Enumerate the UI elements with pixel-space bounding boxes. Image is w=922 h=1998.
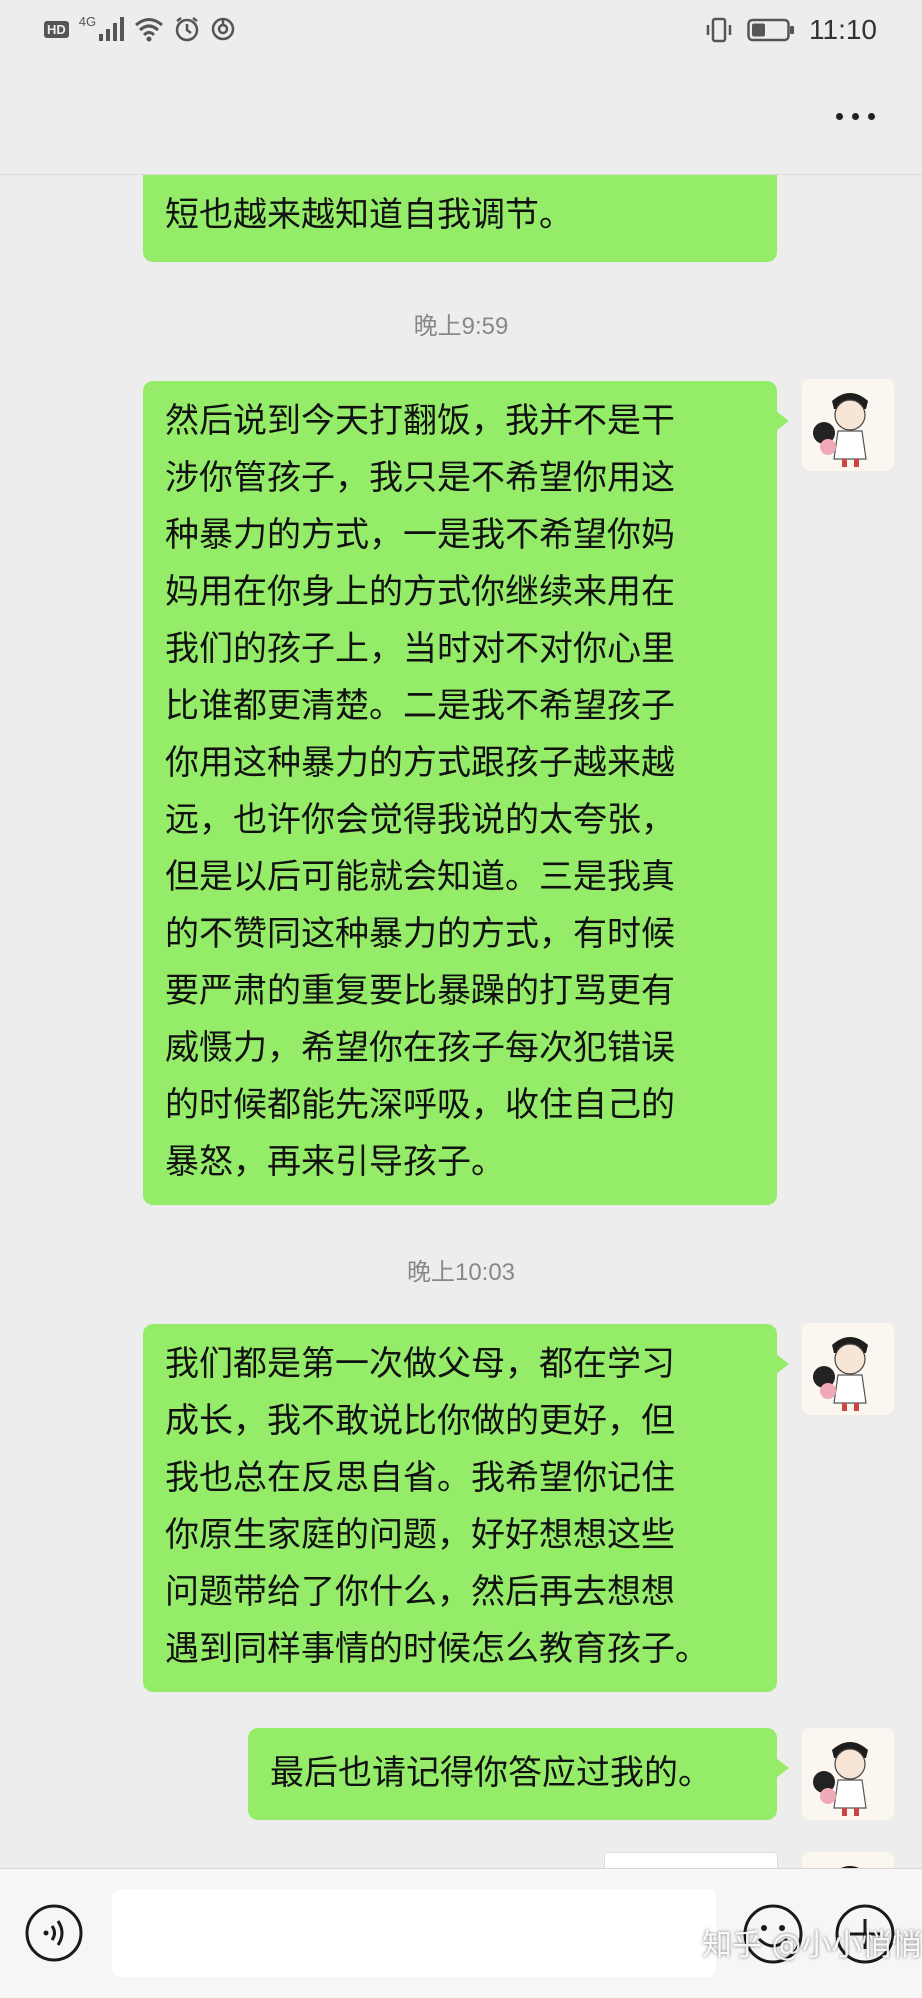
avatar-image xyxy=(802,1728,894,1820)
bubble-tail xyxy=(776,1758,789,1778)
battery-icon xyxy=(747,18,794,42)
avatar[interactable] xyxy=(802,1728,894,1820)
status-right: 11:10 xyxy=(705,14,877,46)
bubble-tail xyxy=(776,1354,789,1374)
bubble-tail xyxy=(776,411,789,431)
message-line: 你原生家庭的问题，好好想想这些 xyxy=(165,1515,675,1555)
message-line: 远，也许你会觉得我说的太夸张， xyxy=(165,800,675,840)
message-line: 我们的孩子上，当时对不对你心里 xyxy=(165,629,675,669)
vibrate-icon xyxy=(706,17,732,43)
avatar-image xyxy=(802,379,894,471)
message-line: 种暴力的方式，一是我不希望你妈 xyxy=(165,515,675,555)
message-line: 你用这种暴力的方式跟孩子越来越 xyxy=(165,743,675,783)
watermark: 知乎 @小小悄悄 xyxy=(702,1928,922,1963)
message-line: 的不赞同这种暴力的方式，有时候 xyxy=(165,914,675,954)
message-input[interactable] xyxy=(112,1889,716,1977)
more-options-button[interactable] xyxy=(836,104,880,128)
avatar-image xyxy=(802,1852,894,1868)
wifi-icon xyxy=(135,18,164,42)
signal-icon xyxy=(99,17,125,41)
chat-header xyxy=(0,64,922,175)
message-line: 问题带给了你什么，然后再去想想 xyxy=(165,1572,675,1612)
chat-messages[interactable]: 短也越来越知道自我调节。 晚上9:59 然后说到今天打翻饭，我并不是干 涉你管孩… xyxy=(0,174,922,1868)
message-line: 最后也请记得你答应过我的。 xyxy=(270,1753,712,1793)
sync-icon xyxy=(211,17,235,41)
status-left: HD 4G xyxy=(44,13,236,42)
message-line: 暴怒，再来引导孩子。 xyxy=(165,1142,505,1182)
status-bar: HD 4G 11:10 xyxy=(0,0,922,64)
message-line: 然后说到今天打翻饭，我并不是干 xyxy=(165,401,675,441)
message-bubble[interactable]: 短也越来越知道自我调节。 xyxy=(143,174,777,262)
voice-icon[interactable] xyxy=(24,1903,84,1963)
avatar[interactable] xyxy=(802,1323,894,1415)
more-dots-icon xyxy=(836,112,843,120)
image-message-thumbnail[interactable] xyxy=(604,1852,778,1868)
avatar[interactable] xyxy=(802,1852,894,1868)
network-type: 4G xyxy=(78,13,97,29)
message-timestamp: 晚上9:59 xyxy=(413,313,509,340)
message-line: 涉你管孩子，我只是不希望你用这 xyxy=(165,458,675,498)
more-dots-icon xyxy=(852,112,859,120)
message-bubble[interactable]: 然后说到今天打翻饭，我并不是干 涉你管孩子，我只是不希望你用这 种暴力的方式，一… xyxy=(143,381,789,1205)
message-line: 但是以后可能就会知道。三是我真 xyxy=(165,857,675,897)
alarm-icon xyxy=(175,17,199,42)
message-timestamp: 晚上10:03 xyxy=(406,1259,516,1286)
message-line: 我们都是第一次做父母，都在学习 xyxy=(165,1344,675,1384)
message-line: 比谁都更清楚。二是我不希望孩子 xyxy=(165,686,675,726)
message-line: 的时候都能先深呼吸，收住自己的 xyxy=(165,1085,675,1125)
message-line: 短也越来越知道自我调节。 xyxy=(165,195,573,235)
message-line: 成长，我不敢说比你做的更好，但 xyxy=(165,1401,675,1441)
message-line: 妈用在你身上的方式你继续来用在 xyxy=(165,572,675,612)
message-bubble[interactable]: 我们都是第一次做父母，都在学习 成长，我不敢说比你做的更好，但 我也总在反思自省… xyxy=(143,1324,789,1692)
avatar-image xyxy=(802,1323,894,1415)
message-line: 我也总在反思自省。我希望你记住 xyxy=(165,1458,675,1498)
message-bubble[interactable]: 最后也请记得你答应过我的。 xyxy=(248,1728,789,1820)
avatar[interactable] xyxy=(802,379,894,471)
more-dots-icon xyxy=(868,112,875,120)
message-line: 要严肃的重复要比暴躁的打骂更有 xyxy=(165,971,675,1011)
message-line: 威慑力，希望你在孩子每次犯错误 xyxy=(165,1028,675,1068)
hd-badge: HD xyxy=(44,20,69,38)
clock: 11:10 xyxy=(809,14,877,45)
message-line: 遇到同样事情的时候怎么教育孩子。 xyxy=(165,1629,709,1669)
